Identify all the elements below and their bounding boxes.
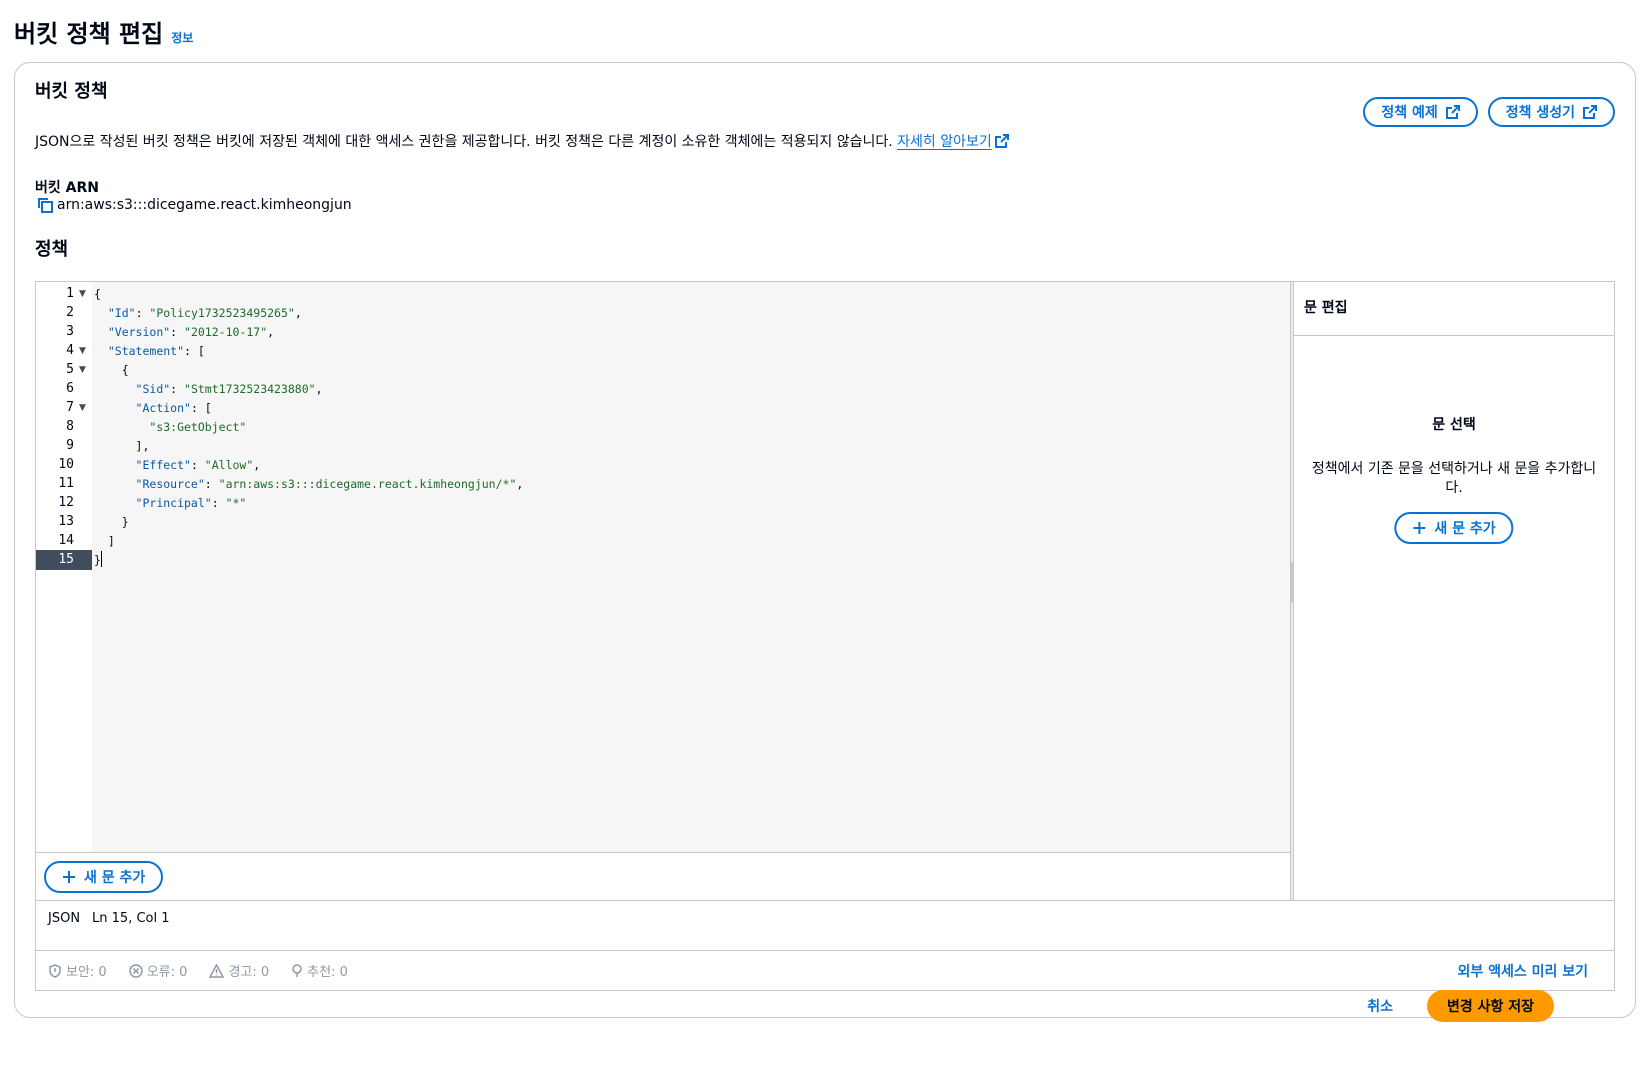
external-link-icon: [1445, 105, 1460, 119]
error-icon: [128, 963, 143, 978]
add-statement-button[interactable]: 새 문 추가: [44, 861, 164, 893]
line-number: 8: [66, 419, 74, 434]
footer-actions: 취소 변경 사항 저장: [1361, 990, 1554, 1022]
section-title: 버킷 정책: [35, 81, 108, 102]
description-text: JSON으로 작성된 버킷 정책은 버킷에 저장된 객체에 대한 액세스 권한을…: [35, 134, 893, 150]
line-number: 9: [66, 438, 74, 453]
line-number: 3: [66, 324, 74, 339]
header-actions: 정책 예제 정책 생성기: [1363, 97, 1615, 127]
arn-label: 버킷 ARN: [35, 180, 99, 196]
policy-examples-label: 정책 예제: [1381, 105, 1438, 121]
cursor-position: Ln 15, Col 1: [92, 911, 170, 926]
code-line: "Version": "2012-10-17",: [107, 325, 275, 339]
security-count[interactable]: 보안: 0: [48, 961, 107, 980]
warning-label: 경고: 0: [228, 965, 270, 980]
code-area[interactable]: 1 ▼{2 "Id": "Policy1732523495265", 3 "Vers…: [36, 282, 1290, 852]
policy-editor: 1 ▼{2 "Id": "Policy1732523495265", 3 "Vers…: [35, 281, 1615, 951]
warning-count[interactable]: 경고: 0: [209, 961, 269, 980]
suggestion-count[interactable]: 추천: 0: [291, 961, 348, 980]
line-number: 12: [58, 495, 74, 510]
editor-status-bar: JSON Ln 15, Col 1: [36, 900, 1614, 938]
warning-icon: [209, 963, 225, 978]
error-count[interactable]: 오류: 0: [128, 961, 188, 980]
save-changes-button[interactable]: 변경 사항 저장: [1426, 990, 1554, 1022]
fold-arrow-icon[interactable]: ▼: [79, 398, 89, 418]
bucket-policy-container: 버킷 정책 정책 예제 정책 생성기 JSON으로 작성된 버킷 정책은 버킷에…: [14, 62, 1636, 1018]
arn-value: arn:aws:s3:::dicegame.react.kimheongjun: [57, 197, 352, 213]
code-line: "Sid": "Stmt1732523423880",: [135, 382, 323, 396]
code-line: ],: [94, 439, 150, 453]
code-line: "s3:GetObject": [149, 420, 247, 434]
arn-row: arn:aws:s3:::dicegame.react.kimheongjun: [37, 197, 352, 213]
code-line: {: [94, 287, 101, 301]
line-number: 6: [66, 381, 74, 396]
external-link-icon: [1583, 105, 1597, 119]
policy-examples-button[interactable]: 정책 예제: [1363, 97, 1478, 127]
code-line: }: [94, 515, 129, 529]
shield-icon: [49, 963, 61, 978]
plus-icon: [63, 871, 75, 883]
line-number: 13: [58, 514, 74, 529]
security-label: 보안: 0: [66, 965, 107, 980]
side-panel-title: 문 편집: [1294, 282, 1614, 336]
add-statement-label: 새 문 추가: [84, 870, 146, 886]
line-number: 2: [66, 305, 74, 320]
suggestion-label: 추천: 0: [307, 965, 348, 980]
side-add-statement-label: 새 문 추가: [1434, 521, 1496, 537]
fold-arrow-icon[interactable]: ▼: [79, 284, 89, 304]
policy-generator-label: 정책 생성기: [1505, 105, 1575, 121]
copy-icon[interactable]: [37, 197, 53, 213]
code-line: "Action": [: [135, 401, 212, 415]
code-line: {: [94, 363, 129, 377]
error-label: 오류: 0: [146, 965, 188, 980]
statement-side-panel: 문 편집 문 선택 정책에서 기존 문을 선택하거나 새 문을 추가합니다. 새…: [1294, 282, 1614, 900]
policy-generator-button[interactable]: 정책 생성기: [1487, 97, 1615, 127]
empty-state-description: 정책에서 기존 문을 선택하거나 새 문을 추가합니다.: [1311, 461, 1597, 496]
line-number: 15: [36, 550, 92, 570]
fold-arrow-icon[interactable]: ▼: [79, 360, 89, 380]
info-link[interactable]: 정보: [171, 29, 193, 46]
page-title: 버킷 정책 편집: [14, 20, 164, 48]
code-line: "Effect": "Allow",: [135, 458, 261, 472]
page-header: 버킷 정책 편집 정보: [14, 14, 193, 49]
code-line: }: [94, 551, 102, 567]
learn-more-label: 자세히 알아보기: [897, 134, 992, 150]
code-line: "Statement": [: [107, 344, 205, 358]
fold-arrow-icon[interactable]: ▼: [79, 341, 89, 361]
validation-bar: 보안: 0 오류: 0 경고: 0 추천: 0 외부 액세스 미리 보기: [35, 951, 1615, 991]
line-number: 11: [58, 476, 74, 491]
section-description: JSON으로 작성된 버킷 정책은 버킷에 저장된 객체에 대한 액세스 권한을…: [35, 131, 1009, 151]
side-add-statement-button[interactable]: 새 문 추가: [1394, 512, 1514, 544]
plus-icon: [1413, 522, 1426, 534]
external-link-icon: [994, 134, 1009, 148]
empty-state-title: 문 선택: [1432, 417, 1476, 433]
lightbulb-icon: [292, 963, 302, 977]
line-number: 10: [58, 457, 74, 472]
language-indicator: JSON: [48, 911, 81, 926]
add-statement-bar: 새 문 추가: [36, 852, 1290, 900]
line-number: 14: [58, 533, 74, 548]
code-line: "Id": "Policy1732523495265",: [107, 306, 302, 320]
code-line: "Resource": "arn:aws:s3:::dicegame.react…: [135, 477, 524, 491]
code-line: "Principal": "*": [135, 496, 247, 510]
policy-label: 정책: [35, 239, 69, 260]
external-access-preview-link[interactable]: 외부 액세스 미리 보기: [1457, 961, 1588, 981]
learn-more-link[interactable]: 자세히 알아보기: [897, 134, 1009, 150]
code-line: ]: [94, 534, 115, 548]
cancel-button[interactable]: 취소: [1361, 995, 1399, 1017]
